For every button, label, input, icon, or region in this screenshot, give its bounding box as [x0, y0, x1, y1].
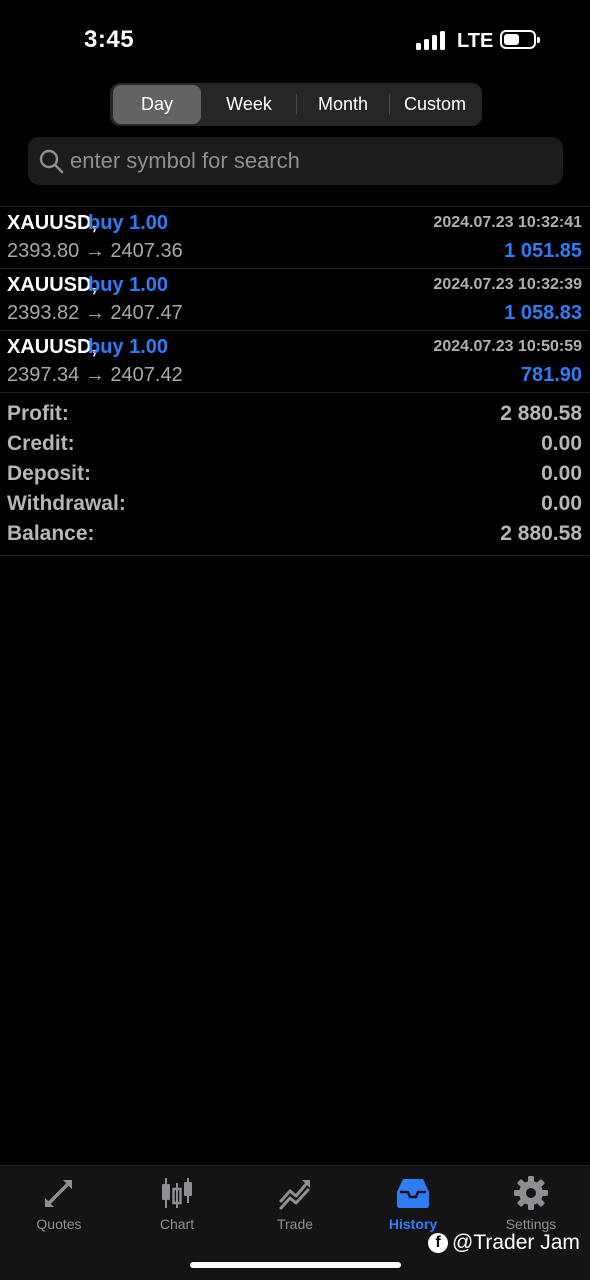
tab-label: Trade — [276, 1216, 314, 1232]
watermark-text: @Trader Jam — [452, 1231, 580, 1254]
summary-label: Profit: — [7, 402, 69, 425]
network-type: LTE — [457, 30, 494, 52]
deal-prices: 2397.34 → 2407.42 — [7, 364, 183, 386]
summary-value: 0.00 — [541, 432, 582, 455]
summary-label: Deposit: — [7, 462, 91, 485]
tab-label: Chart — [159, 1216, 195, 1232]
divider — [296, 94, 297, 115]
summary-balance-row: Balance: 2 880.58 — [0, 518, 590, 548]
tab-history[interactable]: History — [354, 1166, 472, 1236]
period-month-button[interactable]: Month — [299, 85, 387, 124]
trade-icon — [279, 1180, 310, 1210]
quotes-icon — [45, 1180, 72, 1207]
deal-symbol: XAUUSD, — [7, 212, 98, 234]
tab-chart[interactable]: Chart — [118, 1166, 236, 1236]
summary-profit-row: Profit: 2 880.58 — [0, 398, 590, 428]
signal-icon — [416, 30, 448, 50]
account-summary: Profit: 2 880.58 Credit: 0.00 Deposit: 0… — [0, 396, 590, 556]
facebook-icon: f — [428, 1233, 448, 1253]
tab-label: Quotes — [36, 1216, 82, 1232]
history-list: XAUUSD, buy 1.00 2024.07.23 10:32:41 239… — [0, 206, 590, 393]
gear-icon — [514, 1176, 548, 1210]
summary-value: 2 880.58 — [500, 402, 582, 425]
period-day-button[interactable]: Day — [113, 85, 201, 124]
search-bar[interactable] — [28, 137, 563, 185]
deal-side: buy 1.00 — [88, 336, 169, 358]
deal-profit: 781.90 — [520, 364, 582, 386]
search-icon — [39, 149, 64, 174]
deal-symbol: XAUUSD, — [7, 336, 98, 358]
deal-date: 2024.07.23 10:32:41 — [433, 214, 582, 231]
tab-quotes[interactable]: Quotes — [0, 1166, 118, 1236]
search-input[interactable] — [70, 137, 550, 185]
summary-label: Withdrawal: — [7, 492, 126, 515]
summary-deposit-row: Deposit: 0.00 — [0, 458, 590, 488]
period-week-button[interactable]: Week — [205, 85, 293, 124]
deal-row[interactable]: XAUUSD, buy 1.00 2024.07.23 10:50:59 239… — [0, 331, 590, 393]
divider — [389, 94, 390, 115]
deal-row[interactable]: XAUUSD, buy 1.00 2024.07.23 10:32:41 239… — [0, 207, 590, 269]
history-icon — [397, 1179, 429, 1208]
summary-label: Balance: — [7, 522, 95, 545]
period-custom-button[interactable]: Custom — [391, 85, 479, 124]
deal-profit: 1 051.85 — [504, 240, 582, 262]
period-selector: Day Week Month Custom — [110, 83, 482, 126]
deal-date: 2024.07.23 10:32:39 — [433, 276, 582, 293]
summary-credit-row: Credit: 0.00 — [0, 428, 590, 458]
summary-value: 0.00 — [541, 492, 582, 515]
deal-date: 2024.07.23 10:50:59 — [433, 338, 582, 355]
tab-settings[interactable]: Settings — [472, 1166, 590, 1236]
summary-value: 2 880.58 — [500, 522, 582, 545]
home-indicator[interactable] — [190, 1262, 401, 1268]
status-time: 3:45 — [84, 26, 135, 53]
summary-label: Credit: — [7, 432, 75, 455]
deal-prices: 2393.80 → 2407.36 — [7, 240, 183, 262]
battery-icon — [500, 30, 540, 49]
chart-icon — [162, 1178, 192, 1208]
status-bar: 3:45 LTE — [0, 0, 590, 80]
deal-row[interactable]: XAUUSD, buy 1.00 2024.07.23 10:32:39 239… — [0, 269, 590, 331]
summary-value: 0.00 — [541, 462, 582, 485]
watermark: f @Trader Jam — [428, 1230, 580, 1256]
deal-side: buy 1.00 — [88, 212, 169, 234]
deal-side: buy 1.00 — [88, 274, 169, 296]
tab-trade[interactable]: Trade — [236, 1166, 354, 1236]
battery-level — [504, 34, 519, 45]
summary-withdrawal-row: Withdrawal: 0.00 — [0, 488, 590, 518]
deal-symbol: XAUUSD, — [7, 274, 98, 296]
deal-prices: 2393.82 → 2407.47 — [7, 302, 183, 324]
deal-profit: 1 058.83 — [504, 302, 582, 324]
